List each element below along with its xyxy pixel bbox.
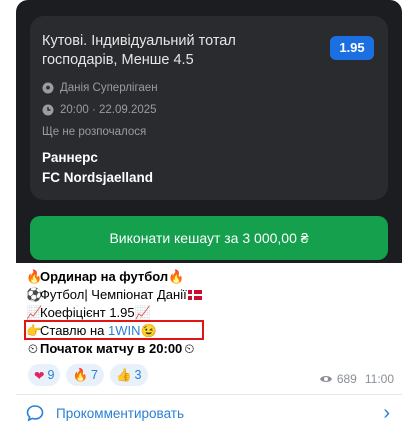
fire-icon: 🔥 — [72, 367, 89, 382]
soccer-ball-icon: ⚽ — [26, 287, 43, 302]
comments-label: Прокомментировать — [56, 405, 184, 421]
kickoff-text: Початок матчу в 20:00 — [40, 341, 183, 356]
reaction-count: 9 — [47, 368, 55, 382]
message-line-5: ⏲ Початок матчу в 20:00 ⏲ — [26, 340, 196, 358]
bet-market-title: Кутові. Індивідуальний тотал господарів,… — [42, 33, 236, 68]
divider — [16, 394, 402, 395]
fire-icon: 🔥 — [168, 269, 185, 284]
view-count: 689 — [336, 372, 357, 386]
highlight-box — [24, 320, 204, 340]
timer-icon: ⏲ — [27, 341, 39, 356]
match-datetime: 20:00 · 22.09.2025 — [60, 104, 157, 116]
bet-details-card: Кутові. Індивідуальний тотал господарів,… — [30, 16, 388, 200]
denmark-flag-icon — [187, 290, 202, 300]
sport-text: Футбол| Чемпіонат Данії — [40, 287, 187, 302]
reaction-heart[interactable]: ❤ 9 — [28, 364, 61, 386]
cashout-button[interactable]: Виконати кешаут за 3 000,00 ₴ — [30, 216, 388, 260]
headline-text: Ординар на футбол — [40, 269, 169, 284]
comments-button[interactable]: Прокомментировать › — [16, 396, 402, 430]
soccer-ball-icon — [42, 82, 54, 94]
reaction-thumbs-up[interactable]: 👍 3 — [109, 364, 148, 386]
bet-slip-image: Кутові. Індивідуальний тотал господарів,… — [16, 0, 402, 263]
reaction-fire[interactable]: 🔥 7 — [66, 364, 104, 386]
league-row: Данія Суперлігаен — [42, 82, 158, 94]
eye-icon — [319, 376, 332, 382]
clock-icon — [42, 104, 54, 116]
team-away: FC Nordsjaelland — [42, 170, 154, 185]
odds-text: Коефіцієнт 1.95 — [40, 305, 135, 320]
message-line-1: 🔥Ординар на футбол🔥 — [26, 268, 185, 286]
message-line-2: ⚽Футбол| Чемпіонат Данії — [26, 286, 202, 304]
status-row: Ще не розпочалося — [42, 126, 146, 138]
comment-bubble-icon — [26, 405, 44, 422]
timer-icon: ⏲ — [184, 341, 195, 356]
league-name: Данія Суперлігаен — [60, 82, 158, 94]
reactions-bar: ❤ 9 🔥 7 👍 3 — [28, 364, 148, 386]
datetime-row: 20:00 · 22.09.2025 — [42, 104, 157, 116]
thumbs-up-icon: 👍 — [115, 367, 132, 382]
message-meta: 689 11:00 — [319, 372, 394, 386]
fire-icon: 🔥 — [26, 269, 43, 284]
post-card: Кутові. Індивідуальний тотал господарів,… — [16, 0, 402, 443]
odds-badge: 1.95 — [330, 36, 374, 60]
message-time: 11:00 — [364, 372, 394, 386]
chevron-right-icon: › — [383, 402, 390, 424]
reaction-count: 3 — [134, 368, 142, 382]
reaction-count: 7 — [91, 368, 98, 382]
heart-icon: ❤ — [34, 368, 45, 383]
team-home: Раннерс — [42, 150, 98, 165]
match-status: Ще не розпочалося — [42, 126, 147, 138]
